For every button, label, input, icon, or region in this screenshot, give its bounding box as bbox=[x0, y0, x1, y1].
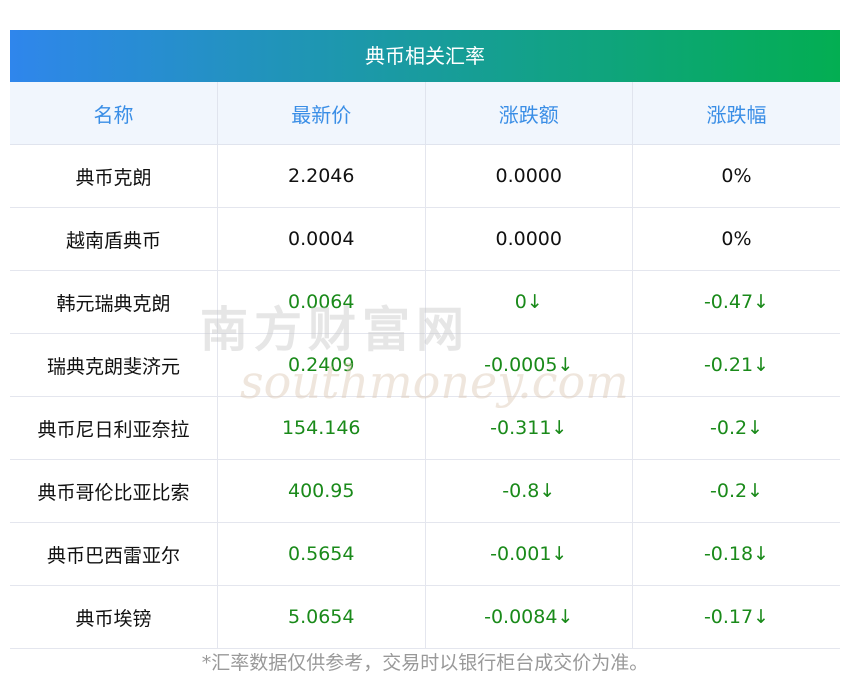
column-header-name: 名称 bbox=[10, 82, 218, 145]
change-percent: -0.2↓ bbox=[632, 459, 840, 523]
change-amount: -0.001↓ bbox=[425, 522, 633, 586]
table-row: 典币哥伦比亚比索 400.95 -0.8↓ -0.2↓ bbox=[10, 459, 840, 523]
table-header-row: 名称 最新价 涨跌额 涨跌幅 bbox=[10, 82, 840, 145]
table-row: 韩元瑞典克朗 0.0064 0↓ -0.47↓ bbox=[10, 270, 840, 334]
table-row: 典币巴西雷亚尔 0.5654 -0.001↓ -0.18↓ bbox=[10, 522, 840, 586]
disclaimer-note: *汇率数据仅供参考，交易时以银行柜台成交价为准。 bbox=[201, 652, 649, 674]
change-percent: -0.17↓ bbox=[632, 585, 840, 649]
change-amount: -0.0084↓ bbox=[425, 585, 633, 649]
change-amount: 0.0000 bbox=[425, 207, 633, 271]
currency-pair-name: 典币克朗 bbox=[10, 144, 218, 208]
latest-price: 0.5654 bbox=[217, 522, 426, 586]
change-percent: -0.21↓ bbox=[632, 333, 840, 397]
currency-pair-name: 典币哥伦比亚比索 bbox=[10, 459, 218, 523]
currency-pair-name: 瑞典克朗斐济元 bbox=[10, 333, 218, 397]
table-title: 典币相关汇率 bbox=[10, 30, 840, 82]
column-header-price: 最新价 bbox=[217, 82, 426, 145]
change-amount: 0.0000 bbox=[425, 144, 633, 208]
currency-pair-name: 越南盾典币 bbox=[10, 207, 218, 271]
change-percent: -0.18↓ bbox=[632, 522, 840, 586]
latest-price: 0.0064 bbox=[217, 270, 426, 334]
column-header-change: 涨跌额 bbox=[425, 82, 633, 145]
change-percent: -0.47↓ bbox=[632, 270, 840, 334]
change-amount: -0.8↓ bbox=[425, 459, 633, 523]
table-row: 越南盾典币 0.0004 0.0000 0% bbox=[10, 207, 840, 271]
latest-price: 0.0004 bbox=[217, 207, 426, 271]
currency-pair-name: 韩元瑞典克朗 bbox=[10, 270, 218, 334]
currency-pair-name: 典币巴西雷亚尔 bbox=[10, 522, 218, 586]
latest-price: 5.0654 bbox=[217, 585, 426, 649]
latest-price: 400.95 bbox=[217, 459, 426, 523]
latest-price: 2.2046 bbox=[217, 144, 426, 208]
change-amount: 0↓ bbox=[425, 270, 633, 334]
change-percent: -0.2↓ bbox=[632, 396, 840, 460]
change-percent: 0% bbox=[632, 144, 840, 208]
table-row: 典币埃镑 5.0654 -0.0084↓ -0.17↓ bbox=[10, 585, 840, 649]
table-row: 典币克朗 2.2046 0.0000 0% bbox=[10, 144, 840, 208]
currency-pair-name: 典币尼日利亚奈拉 bbox=[10, 396, 218, 460]
watermark-url: southmoney.com bbox=[240, 355, 629, 409]
currency-pair-name: 典币埃镑 bbox=[10, 585, 218, 649]
change-percent: 0% bbox=[632, 207, 840, 271]
column-header-pct: 涨跌幅 bbox=[632, 82, 840, 145]
